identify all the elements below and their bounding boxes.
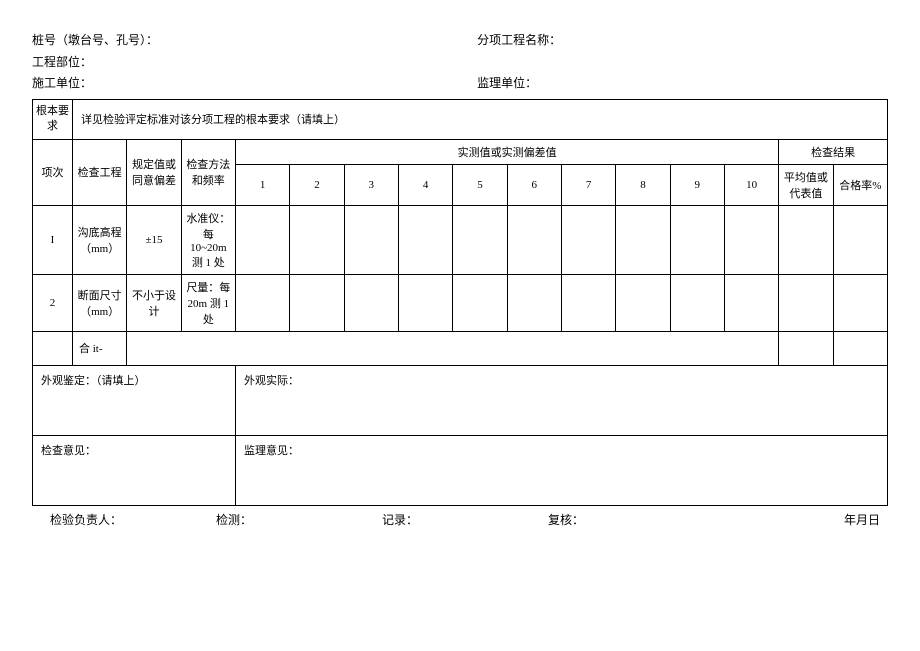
- cell-avg[interactable]: [779, 274, 833, 331]
- appearance-judge-cell[interactable]: 外观鉴定：（请填上）: [33, 365, 236, 435]
- cell-summary: 合 it-: [73, 331, 127, 365]
- cell-measure[interactable]: [724, 205, 778, 274]
- cell-measure[interactable]: [398, 274, 452, 331]
- col-m7: 7: [561, 164, 615, 205]
- requirement-text: 详见检验评定标准对该分项工程的根本要求（请填上）: [73, 99, 888, 139]
- pile-number-label: 桩号（墩台号、孔号）：: [32, 30, 477, 52]
- cell-measure[interactable]: [290, 274, 344, 331]
- col-item: 检查工程: [73, 139, 127, 205]
- cell-measure[interactable]: [616, 274, 670, 331]
- cell-avg[interactable]: [779, 331, 833, 365]
- col-spec: 规定值或同意偏差: [127, 139, 181, 205]
- col-result-group: 检查结果: [779, 139, 888, 164]
- col-m8: 8: [616, 164, 670, 205]
- cell-measure[interactable]: [344, 205, 398, 274]
- cell-item: 断面尺寸（mm）: [73, 274, 127, 331]
- footer-review: 复核：: [548, 510, 714, 532]
- col-seq: 项次: [33, 139, 73, 205]
- cell-avg[interactable]: [779, 205, 833, 274]
- cell-rate[interactable]: [833, 274, 887, 331]
- footer-date: 年月日: [714, 510, 888, 532]
- cell-measure[interactable]: [507, 274, 561, 331]
- construction-unit-label: 施工单位：: [32, 73, 477, 95]
- cell-measure[interactable]: [398, 205, 452, 274]
- footer-record: 记录：: [382, 510, 548, 532]
- cell-measure[interactable]: [616, 205, 670, 274]
- cell-measure[interactable]: [561, 274, 615, 331]
- cell-measure[interactable]: [453, 274, 507, 331]
- col-m5: 5: [453, 164, 507, 205]
- cell-measure[interactable]: [235, 274, 289, 331]
- col-m10: 10: [724, 164, 778, 205]
- cell-rate[interactable]: [833, 205, 887, 274]
- cell-summary-span: [127, 331, 779, 365]
- table-row: 2 断面尺寸（mm） 不小于设计 尺量：每 20m 测 1 处: [33, 274, 888, 331]
- table-row-summary: 合 it-: [33, 331, 888, 365]
- project-part-label: 工程部位：: [32, 52, 477, 74]
- appearance-actual-cell[interactable]: 外观实际：: [235, 365, 887, 435]
- cell-rate[interactable]: [833, 331, 887, 365]
- supervise-opinion-cell[interactable]: 监理意见：: [235, 435, 887, 505]
- cell-item: 沟底高程（mm）: [73, 205, 127, 274]
- cell-method: 水准仪：每 10~20m 测 1 处: [181, 205, 235, 274]
- cell-measure[interactable]: [561, 205, 615, 274]
- cell-measure[interactable]: [290, 205, 344, 274]
- cell-spec: ±15: [127, 205, 181, 274]
- col-m3: 3: [344, 164, 398, 205]
- inspection-table: 根本要求 详见检验评定标准对该分项工程的根本要求（请填上） 项次 检查工程 规定…: [32, 99, 888, 506]
- col-m2: 2: [290, 164, 344, 205]
- col-method: 检查方法和频率: [181, 139, 235, 205]
- cell-method: 尺量：每 20m 测 1 处: [181, 274, 235, 331]
- col-avg: 平均值或代表值: [779, 164, 833, 205]
- col-m1: 1: [235, 164, 289, 205]
- requirement-label: 根本要求: [33, 99, 73, 139]
- cell-measure[interactable]: [724, 274, 778, 331]
- footer-inspector: 检验负责人：: [50, 510, 216, 532]
- table-row: I 沟底高程（mm） ±15 水准仪：每 10~20m 测 1 处: [33, 205, 888, 274]
- cell-seq-empty: [33, 331, 73, 365]
- cell-spec: 不小于设计: [127, 274, 181, 331]
- cell-measure[interactable]: [670, 274, 724, 331]
- col-m4: 4: [398, 164, 452, 205]
- cell-measure[interactable]: [344, 274, 398, 331]
- cell-measure[interactable]: [670, 205, 724, 274]
- header-block: 桩号（墩台号、孔号）： 分项工程名称： 工程部位： 施工单位： 监理单位：: [32, 30, 888, 95]
- footer-block: 检验负责人： 检测： 记录： 复核： 年月日: [32, 510, 888, 532]
- cell-measure[interactable]: [235, 205, 289, 274]
- col-measured-group: 实测值或实测偏差值: [235, 139, 778, 164]
- cell-seq: 2: [33, 274, 73, 331]
- col-m9: 9: [670, 164, 724, 205]
- cell-measure[interactable]: [507, 205, 561, 274]
- col-rate: 合格率%: [833, 164, 887, 205]
- supervision-unit-label: 监理单位：: [477, 73, 888, 95]
- footer-detect: 检测：: [216, 510, 382, 532]
- cell-seq: I: [33, 205, 73, 274]
- col-m6: 6: [507, 164, 561, 205]
- cell-measure[interactable]: [453, 205, 507, 274]
- inspect-opinion-cell[interactable]: 检查意见：: [33, 435, 236, 505]
- sub-project-label: 分项工程名称：: [477, 30, 888, 52]
